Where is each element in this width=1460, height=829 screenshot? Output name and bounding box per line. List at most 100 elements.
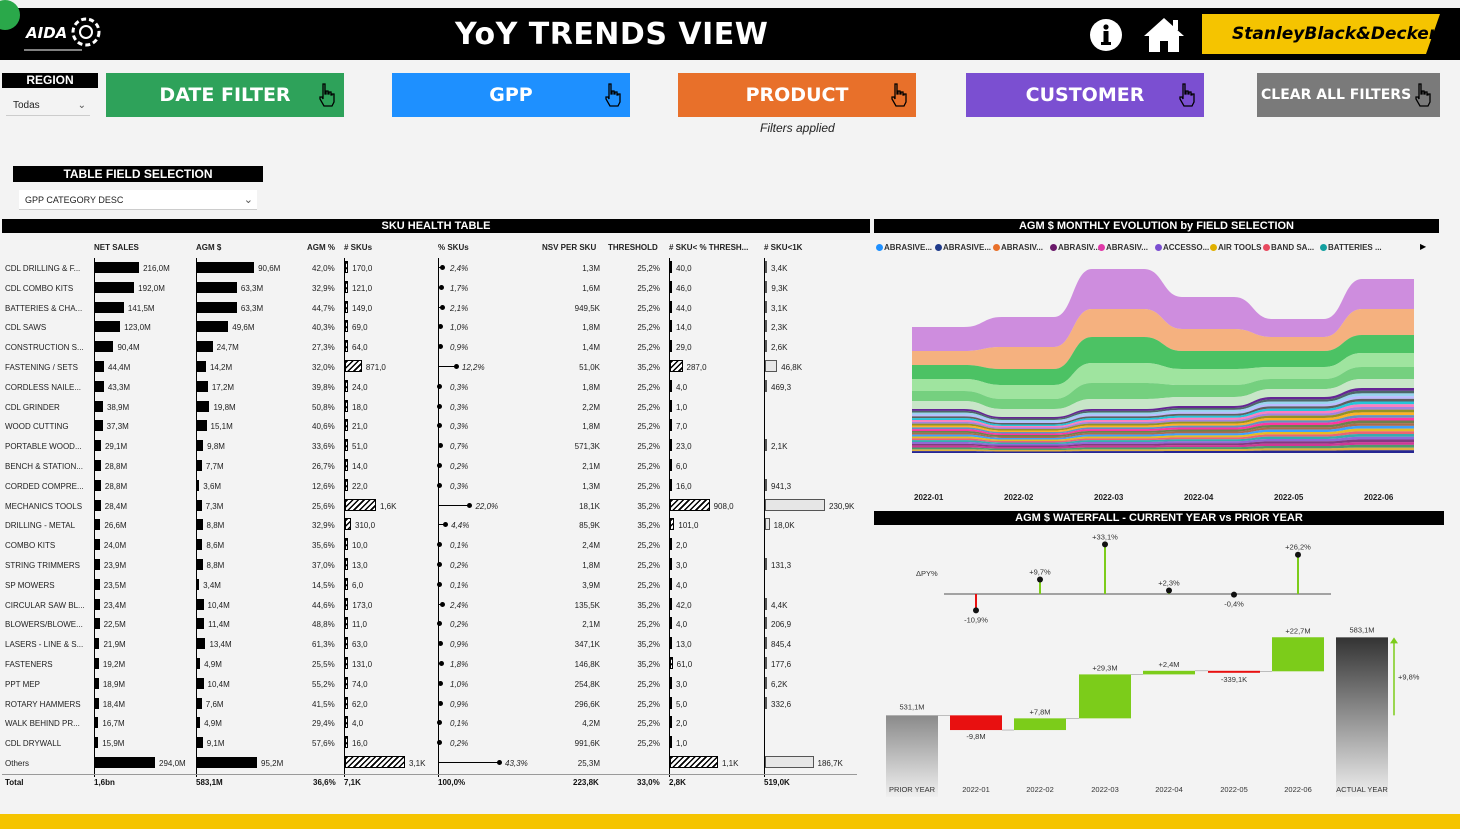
dpy-label: +2,3% [1158,579,1180,588]
waterfall-value-label: +22,7M [1285,626,1310,635]
legend-item[interactable]: BAND SA... [1263,243,1314,252]
threshold-value: 25,2% [637,462,660,471]
below-threshold-value: 1,0 [676,402,688,412]
sku-lt-1k-bar [765,478,767,491]
skus-bar [345,558,348,570]
pct-skus-stem [439,762,499,763]
info-button[interactable] [1089,18,1123,52]
net-sales-bar [95,460,101,471]
sku-lt-1k-value: 18,0K [773,521,795,531]
legend-item[interactable]: ACCESSO... [1155,243,1209,252]
agm-pct-value: 39,8% [312,382,335,392]
total-skus: 7,1K [344,778,361,787]
pct-skus-value: 0,3% [450,402,469,412]
nsv-per-sku-value: 85,9K [579,521,600,531]
pct-skus-value: 1,8% [450,660,469,669]
threshold-value: 35,2% [637,640,660,650]
skus-value: 6,0 [352,580,364,590]
skus-bar [345,300,348,313]
pct-skus-dot [437,581,443,587]
pct-skus-value: 0,3% [450,481,469,491]
net-sales-bar [95,677,99,689]
net-sales-value: 18,9M [102,679,126,689]
agm-pct-value: 41,5% [312,699,335,709]
customer-button[interactable]: CUSTOMER [966,73,1204,117]
sku-lt-1k-bar [765,340,767,353]
below-threshold-value: 40,0 [676,264,692,273]
below-threshold-bar [670,716,672,729]
nsv-per-sku-value: 51,0K [579,363,600,372]
skus-bar [345,577,348,590]
net-sales-bar [95,638,100,650]
net-sales-value: 19,2M [102,660,126,669]
sku-lt-1k-value: 4,4K [771,600,788,610]
below-threshold-bar [670,300,672,313]
legend-item[interactable]: ABRASIV... [1050,243,1100,252]
below-threshold-value: 7,0 [676,422,688,432]
month-label: 2022-04 [1184,493,1214,502]
home-icon [1144,18,1184,52]
table-field-dropdown[interactable]: GPP CATEGORY DESC ⌄ [19,190,257,210]
legend-item[interactable]: ABRASIV... [993,243,1043,252]
pct-skus-value: 43,3% [505,759,528,768]
nsv-per-sku-value: 25,3M [577,759,600,768]
legend-item[interactable]: ABRASIV... [1098,243,1148,252]
sku-lt-1k-bar [765,320,767,333]
waterfall-category-label: 2022-04 [1155,785,1183,794]
legend-item[interactable]: ABRASIVE... [876,243,932,252]
threshold-value: 25,2% [637,481,660,491]
pct-skus-dot [437,463,443,468]
skus-bar [345,280,348,293]
row-name: CDL SAWS [5,323,47,333]
row-name: CONSTRUCTION S... [5,343,84,353]
table-field-value: GPP CATEGORY DESC [25,195,124,205]
legend-label: ABRASIVE... [943,243,992,252]
agm-pct-value: 25,6% [312,501,335,511]
agm-bar [197,400,210,412]
skus-bar [345,716,348,729]
pct-skus-value: 0,3% [450,422,469,432]
agm-bar [197,658,201,669]
agm-pct-value: 26,7% [312,462,335,471]
gpp-button[interactable]: GPP [392,73,630,117]
agm-value: 19,8M [213,402,236,412]
below-threshold-bar [670,280,672,293]
net-sales-value: 16,7M [102,719,125,729]
threshold-value: 35,2% [637,363,660,372]
pct-skus-dot [437,403,443,409]
pct-skus-dot [437,423,443,429]
waterfall-category-label: 2022-05 [1220,785,1248,794]
chevron-down-icon: ⌄ [77,100,86,111]
agm-value: 8,8M [206,521,225,531]
legend-dot [1210,244,1217,251]
net-sales-bar [95,697,99,709]
product-button[interactable]: PRODUCT [678,73,916,117]
legend-next-arrow[interactable]: ▶ [1420,242,1426,251]
info-icon [1090,19,1122,51]
net-sales-value: 37,3M [106,422,129,432]
agm-pct-value: 33,6% [312,442,335,452]
skus-bar [345,617,348,630]
threshold-value: 35,2% [637,600,660,610]
legend-item[interactable]: ABRASIVE... [935,243,991,252]
agm-pct-value: 37,0% [312,561,335,570]
dpy-label: +26,2% [1285,543,1311,552]
legend-item[interactable]: AIR TOOLS [1210,243,1261,252]
waterfall-bar [1272,637,1324,672]
waterfall-bar [950,715,1002,731]
agm-value: 63,3M [240,303,264,313]
pct-skus-dot [438,641,444,647]
legend-item[interactable]: BATTERIES ... [1320,243,1382,252]
date-filter-button[interactable]: DATE FILTER [106,73,344,117]
agm-value: 9,1M [206,739,225,749]
skus-value: 18,0 [352,402,368,412]
region-dropdown[interactable]: Todas ⌄ [6,96,90,116]
home-button[interactable] [1142,16,1186,54]
total-separator [2,774,857,775]
agm-pct-value: 40,3% [312,323,335,333]
skus-value: 10,0 [352,541,368,551]
sku-lt-1k-bar [765,617,767,630]
agm-value: 15,1M [210,422,233,432]
clear-all-filters-button[interactable]: CLEAR ALL FILTERS [1257,73,1440,117]
legend-label: BAND SA... [1271,243,1315,252]
